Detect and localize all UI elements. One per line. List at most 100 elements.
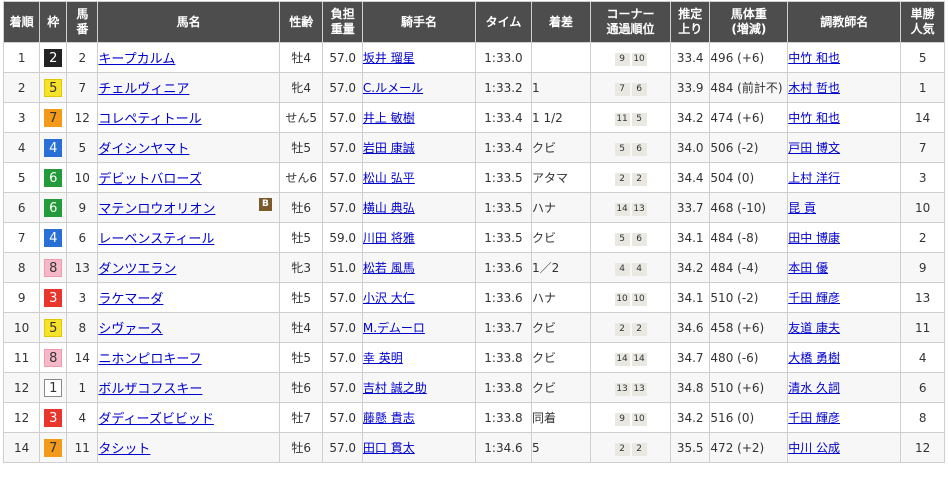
trainer-link[interactable]: 本田 優: [789, 261, 828, 275]
header-corner-line2: 通過順位: [606, 22, 655, 36]
horse-name-link[interactable]: ニホンピロキーフ: [99, 352, 202, 367]
header-umaban: 馬番: [66, 1, 99, 43]
rank-cell: 1: [2, 42, 41, 73]
corner-position: 9: [614, 52, 630, 66]
waku-badge: 7: [44, 108, 63, 127]
jockey-cell: C.ルメール: [361, 72, 476, 103]
body-weight-cell: 506 (-2): [709, 132, 789, 163]
jockey-cell: 松若 風馬: [361, 252, 476, 283]
sex-age-cell: 牡5: [278, 222, 324, 253]
jockey-link[interactable]: 横山 典弘: [363, 201, 414, 215]
trainer-link[interactable]: 田中 博康: [789, 231, 840, 245]
trainer-link[interactable]: 清水 久詞: [789, 381, 840, 395]
last3f-cell: 35.5: [669, 432, 711, 463]
time-cell: 1:34.6: [474, 432, 533, 463]
jockey-link[interactable]: 田口 貫太: [363, 441, 414, 455]
corner-position: 6: [631, 82, 647, 96]
horse-name-link[interactable]: レーベンスティール: [99, 232, 214, 247]
last3f-cell: 34.6: [669, 312, 711, 343]
rank-cell: 12: [2, 372, 41, 403]
body-weight-cell: 516 (0): [709, 402, 789, 433]
corner-position: 5: [614, 142, 630, 156]
table-row: 7 4 6 レーベンスティール 牡5 59.0 川田 将雅 1:33.5 クビ 5 6 34.1 484…: [2, 222, 945, 253]
trainer-link[interactable]: 中竹 和也: [789, 111, 840, 125]
jockey-link[interactable]: 岩田 康誠: [363, 141, 414, 155]
jockey-cell: 坂井 瑠星: [361, 42, 476, 73]
header-horse: 馬名: [97, 1, 280, 43]
jockey-link[interactable]: 藤懸 貴志: [363, 411, 414, 425]
jockey-link[interactable]: 松山 弘平: [363, 171, 414, 185]
jockey-link[interactable]: 坂井 瑠星: [363, 51, 414, 65]
horse-name-link[interactable]: ダイシンヤマト: [99, 142, 190, 157]
trainer-link[interactable]: 上村 洋行: [789, 171, 840, 185]
rank-cell: 12: [2, 402, 41, 433]
body-weight-cell: 472 (+2): [709, 432, 789, 463]
body-weight-cell: 480 (-6): [709, 342, 789, 373]
trainer-link[interactable]: 千田 輝彦: [789, 291, 840, 305]
corner-cell: 9 10: [590, 402, 671, 433]
corner-positions: 22: [614, 320, 648, 336]
umaban-cell: 12: [66, 102, 99, 133]
header-waku: 枠: [39, 1, 68, 43]
trainer-link[interactable]: 中竹 和也: [789, 51, 840, 65]
body-weight-cell: 468 (-10): [709, 192, 789, 223]
horse-name-link[interactable]: マテンロウオリオン: [99, 202, 216, 217]
corner-position: 2: [614, 322, 630, 336]
jockey-link[interactable]: 松若 風馬: [363, 261, 414, 275]
header-sex-age: 性齢: [278, 1, 324, 43]
jockey-link[interactable]: 吉村 誠之助: [363, 381, 426, 395]
odds-cell: 6: [900, 372, 945, 403]
horse-name-link[interactable]: ラケマーダ: [99, 292, 164, 307]
last3f-cell: 34.2: [669, 102, 711, 133]
jockey-link[interactable]: 井上 敏樹: [363, 111, 414, 125]
jockey-cell: M.デムーロ: [361, 312, 476, 343]
trainer-cell: 中竹 和也: [787, 102, 902, 133]
table-row: 12 3 4 ダディーズビビッド 牡7 57.0 藤懸 貴志 1:33.8 同着 9 10 34.2 5…: [2, 402, 945, 433]
margin-cell: 同着: [530, 402, 592, 433]
trainer-link[interactable]: 戸田 博文: [789, 141, 840, 155]
weight-cell: 57.0: [322, 342, 363, 373]
jockey-link[interactable]: C.ルメール: [363, 81, 423, 95]
header-umaban-line2: 番: [76, 22, 89, 36]
rank-cell: 9: [2, 282, 41, 313]
horse-name-link[interactable]: ダンツエラン: [99, 262, 177, 277]
waku-cell: 8: [39, 342, 68, 373]
odds-cell: 10: [900, 192, 945, 223]
last3f-cell: 34.8: [669, 372, 711, 403]
horse-name-link[interactable]: タシット: [99, 442, 151, 457]
jockey-link[interactable]: 幸 英明: [363, 351, 402, 365]
jockey-cell: 井上 敏樹: [361, 102, 476, 133]
trainer-link[interactable]: 大橋 勇樹: [789, 351, 840, 365]
umaban-cell: 5: [66, 132, 99, 163]
waku-badge: 6: [44, 198, 63, 217]
horse-cell: ダンツエラン: [97, 252, 280, 283]
jockey-link[interactable]: 小沢 大仁: [363, 291, 414, 305]
jockey-link[interactable]: 川田 将雅: [363, 231, 414, 245]
corner-position: 13: [631, 202, 647, 216]
last3f-cell: 34.0: [669, 132, 711, 163]
horse-name-link[interactable]: シヴァース: [99, 322, 163, 337]
last3f-cell: 34.1: [669, 282, 711, 313]
jockey-cell: 藤懸 貴志: [361, 402, 476, 433]
header-margin: 着差: [530, 1, 592, 43]
trainer-link[interactable]: 千田 輝彦: [789, 411, 840, 425]
trainer-link[interactable]: 昆 貢: [789, 201, 816, 215]
trainer-cell: 田中 博康: [787, 222, 902, 253]
trainer-link[interactable]: 友道 康夫: [789, 321, 840, 335]
horse-name-link[interactable]: デビットバローズ: [99, 172, 202, 187]
odds-cell: 7: [900, 132, 945, 163]
table-row: 3 7 12 コレペティトール せん5 57.0 井上 敏樹 1:33.4 1 1/2 11 5 34…: [2, 102, 945, 133]
sex-age-cell: 牝4: [278, 72, 324, 103]
horse-name-link[interactable]: コレペティトール: [99, 112, 202, 127]
umaban-cell: 8: [66, 312, 99, 343]
sex-age-cell: 牡4: [278, 312, 324, 343]
horse-name-link[interactable]: チェルヴィニア: [99, 82, 190, 97]
horse-name-link[interactable]: キープカルム: [99, 52, 175, 67]
margin-cell: 1: [530, 72, 592, 103]
waku-cell: 4: [39, 132, 68, 163]
trainer-link[interactable]: 木村 哲也: [789, 81, 840, 95]
horse-name-link[interactable]: ボルザコフスキー: [99, 382, 203, 397]
trainer-link[interactable]: 中川 公成: [789, 441, 840, 455]
horse-name-link[interactable]: ダディーズビビッド: [99, 412, 214, 427]
jockey-link[interactable]: M.デムーロ: [363, 321, 424, 335]
